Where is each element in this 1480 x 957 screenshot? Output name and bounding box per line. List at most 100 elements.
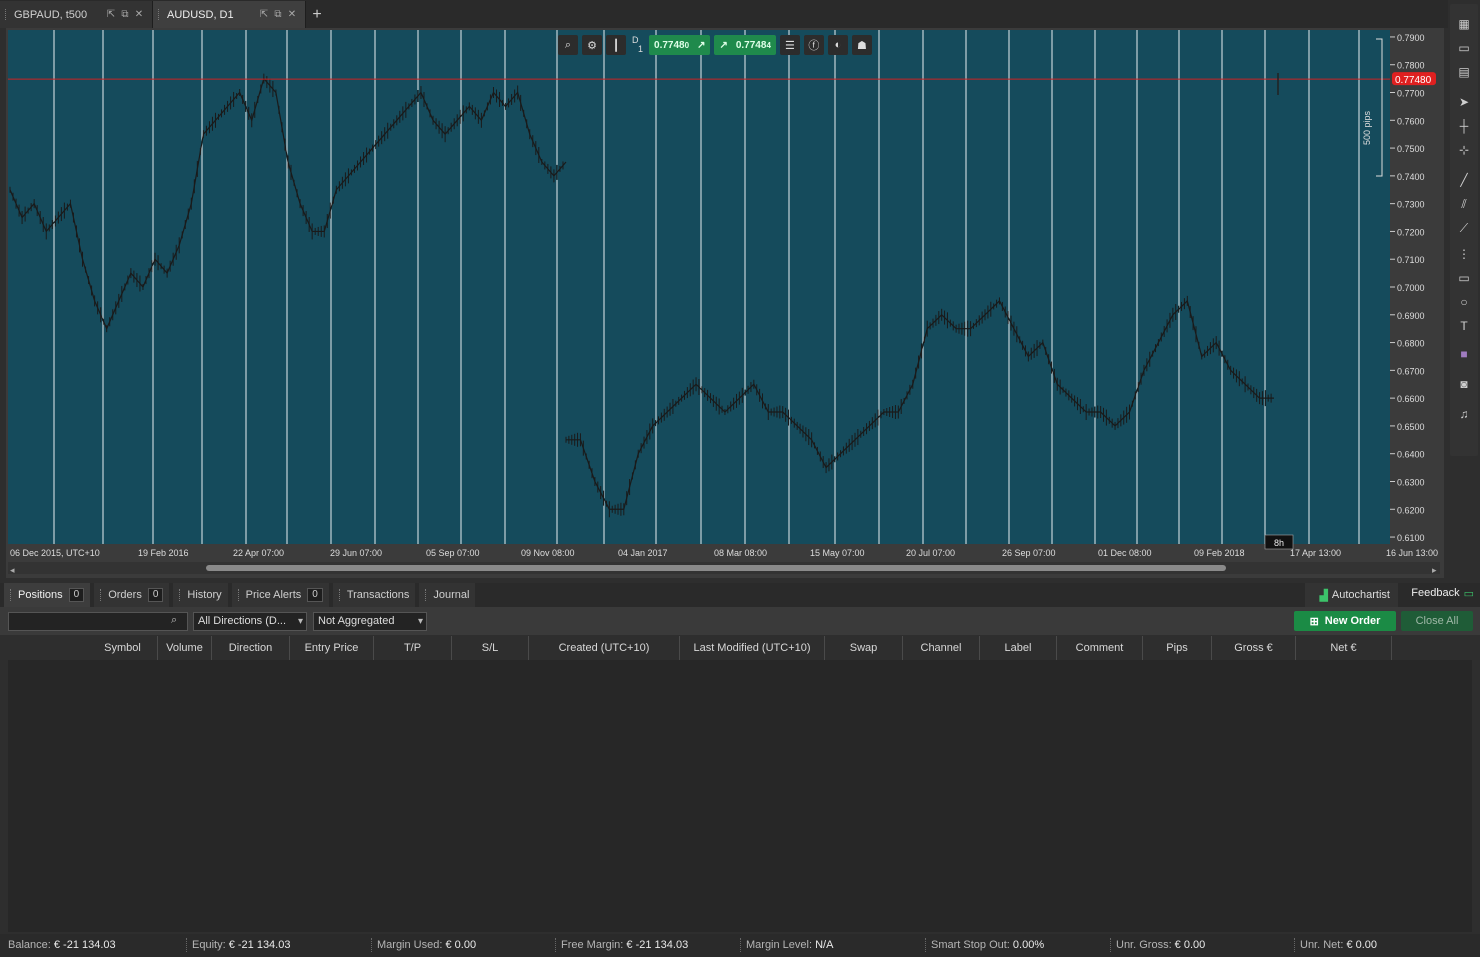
x-tick-label: 04 Jan 2017	[618, 548, 668, 558]
sell-price: 0.7748	[654, 39, 685, 51]
column-header-label: Swap	[849, 642, 878, 654]
crosshair-icon[interactable]: ┼	[1454, 116, 1474, 136]
tab-audusd[interactable]: AUDUSD, D1 ⇱ ⧉ ✕	[153, 1, 306, 28]
y-tick-label: 0.7300	[1397, 200, 1425, 210]
column-header[interactable]: Pips	[1143, 636, 1212, 660]
split-layout-icon[interactable]: ▤	[1454, 62, 1474, 82]
y-tick-label: 0.6900	[1397, 311, 1425, 321]
status-separator	[1294, 938, 1295, 952]
tab-label: Journal	[433, 589, 470, 601]
tab-gbpaud[interactable]: GBPAUD, t500 ⇱ ⧉ ✕	[0, 1, 153, 28]
column-header[interactable]: T/P	[374, 636, 452, 660]
chart-settings-icon[interactable]: ⚙	[582, 35, 602, 55]
column-header[interactable]: Gross €	[1212, 636, 1296, 660]
scroll-right-icon: ▸	[1432, 565, 1437, 575]
rectangle-icon[interactable]: ▭	[1454, 268, 1474, 288]
price-chart[interactable]: 0.7900 0.7800 0.7700 0.7600 0.7500 0.7400 0.73…	[6, 28, 1444, 578]
column-header[interactable]: Created (UTC+10)	[529, 636, 680, 660]
status-label: Margin Used:	[377, 939, 443, 951]
buy-button[interactable]: ↗ 0.77484	[714, 35, 776, 55]
column-header[interactable]: Channel	[903, 636, 980, 660]
y-tick-label: 0.6700	[1397, 366, 1425, 376]
tab-orders[interactable]: Orders 0	[94, 583, 170, 607]
status-label: Unr. Gross:	[1116, 939, 1172, 951]
column-header-label: Net €	[1330, 642, 1357, 654]
column-header-label: S/L	[481, 642, 499, 654]
trader-icon[interactable]: ☗	[851, 35, 872, 55]
status-value: € 0.00	[442, 939, 477, 951]
column-header-label: Gross €	[1234, 642, 1273, 654]
direction-select[interactable]: All Directions (D...	[193, 612, 307, 631]
measure-icon[interactable]: ⊹	[1454, 140, 1474, 160]
tab-positions[interactable]: Positions 0	[4, 583, 91, 607]
tab-history[interactable]: History	[173, 583, 228, 607]
close-all-button[interactable]: Close All	[1401, 611, 1473, 631]
y-tick-label: 0.7500	[1397, 144, 1425, 154]
column-header[interactable]: Entry Price	[290, 636, 374, 660]
y-tick-label: 0.6400	[1397, 450, 1425, 460]
candle-type-icon[interactable]: ┃	[606, 35, 626, 55]
camera-icon[interactable]: ◙	[1454, 374, 1474, 394]
status-label: Unr. Net:	[1300, 939, 1344, 951]
account-status-bar: Balance: € -21 134.03 Equity: € -21 134.0…	[0, 934, 1480, 957]
order-list-icon[interactable]: ☰	[779, 35, 800, 55]
trendline-icon[interactable]: ╱	[1454, 170, 1474, 190]
new-order-button[interactable]: ⊞ New Order	[1294, 611, 1396, 631]
column-header[interactable]: Swap	[825, 636, 903, 660]
sentiment-icon[interactable]: ◐	[827, 35, 848, 55]
status-value: € 0.00	[1343, 939, 1378, 951]
timeframe-selector[interactable]: D 1	[632, 36, 643, 54]
tab-label: Transactions	[346, 589, 410, 601]
status-separator	[925, 938, 926, 952]
popout-icon[interactable]: ⇱	[104, 9, 118, 20]
status-item: Margin Used: € 0.00	[377, 939, 476, 951]
single-layout-icon[interactable]: ▭	[1454, 38, 1474, 58]
y-tick-label: 0.6800	[1397, 339, 1425, 349]
column-header[interactable]: Volume	[158, 636, 212, 660]
tab-transactions[interactable]: Transactions	[332, 583, 416, 607]
search-input[interactable]	[8, 612, 188, 631]
column-header[interactable]: Label	[980, 636, 1057, 660]
search-icon[interactable]: ⌕	[171, 614, 177, 627]
tab-price-alerts[interactable]: Price Alerts 0	[231, 583, 329, 607]
column-header[interactable]: Symbol	[88, 636, 158, 660]
x-tick-label: 15 May 07:00	[810, 548, 865, 558]
y-tick-label: 0.7700	[1397, 89, 1425, 99]
fibonacci-icon[interactable]: ⫽	[1454, 194, 1474, 214]
autochartist-button[interactable]: ▟ Autochartist	[1305, 583, 1398, 607]
x-tick-label: 06 Dec 2015, UTC+10	[10, 548, 100, 558]
column-header[interactable]: Comment	[1057, 636, 1143, 660]
close-icon[interactable]: ✕	[285, 9, 299, 20]
text-icon[interactable]: T	[1454, 316, 1474, 336]
add-tab-button[interactable]: +	[306, 1, 328, 28]
x-tick-label: 09 Feb 2018	[1194, 548, 1245, 558]
feedback-button[interactable]: Feedback ▭	[1411, 583, 1474, 603]
fundamentals-icon[interactable]: ⓕ	[803, 35, 824, 55]
chart-scrollbar-thumb[interactable]	[206, 565, 1226, 571]
detach-icon[interactable]: ⧉	[271, 9, 285, 20]
y-tick-label: 0.7100	[1397, 255, 1425, 265]
tab-journal[interactable]: Journal	[419, 583, 476, 607]
ellipse-icon[interactable]: ○	[1454, 292, 1474, 312]
sell-button[interactable]: 0.77480 ↗	[649, 35, 711, 55]
column-header[interactable]: Last Modified (UTC+10)	[680, 636, 825, 660]
bell-icon[interactable]: ♫	[1454, 404, 1474, 424]
chart-canvas[interactable]: 0.7900 0.7800 0.7700 0.7600 0.7500 0.7400 0.73…	[6, 28, 1444, 578]
column-header[interactable]: Direction	[212, 636, 290, 660]
cursor-icon[interactable]: ➤	[1454, 92, 1474, 112]
column-header[interactable]: S/L	[452, 636, 529, 660]
column-header[interactable]: Net €	[1296, 636, 1392, 660]
zoom-icon[interactable]: ⌕	[558, 35, 578, 55]
aggregation-select[interactable]: Not Aggregated	[313, 612, 427, 631]
y-tick-label: 0.6600	[1397, 394, 1425, 404]
chart-tab-bar: GBPAUD, t500 ⇱ ⧉ ✕ AUDUSD, D1 ⇱ ⧉ ✕ +	[0, 0, 1448, 28]
column-header-label: Created (UTC+10)	[558, 642, 650, 654]
detach-icon[interactable]: ⧉	[118, 9, 132, 20]
tab-title: AUDUSD, D1	[167, 8, 234, 21]
close-icon[interactable]: ✕	[132, 9, 146, 20]
pitchfork-icon[interactable]: ⟋	[1454, 218, 1474, 238]
fib-levels-icon[interactable]: ⋮	[1454, 244, 1474, 264]
color-swatch-icon[interactable]: ■	[1454, 344, 1474, 364]
popout-icon[interactable]: ⇱	[257, 9, 271, 20]
layout-grid-icon[interactable]: ▦	[1454, 14, 1474, 34]
